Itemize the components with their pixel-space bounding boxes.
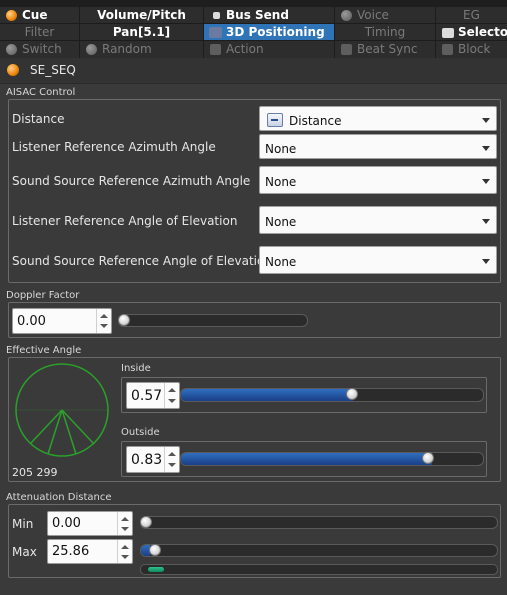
spin-down-icon[interactable]	[100, 324, 108, 328]
tab-divider	[79, 7, 80, 58]
listener-elevation-combo[interactable]: None	[259, 206, 497, 234]
spinner-buttons[interactable]	[117, 540, 132, 563]
inside-angle-spinner[interactable]: 0.57	[126, 382, 180, 409]
tab-divider	[203, 7, 204, 58]
spin-up-icon[interactable]	[121, 545, 129, 549]
switch-icon	[6, 44, 17, 55]
chevron-down-icon	[482, 219, 490, 224]
beat-sync-icon	[341, 44, 352, 55]
chevron-down-icon	[482, 259, 490, 264]
doppler-slider[interactable]	[118, 314, 308, 327]
angle-values-text: 205 299	[12, 466, 58, 479]
tab-voice[interactable]: Voice	[335, 7, 435, 24]
spin-down-icon[interactable]	[168, 463, 176, 467]
cue-sequence-icon	[7, 64, 19, 76]
inside-slider[interactable]	[180, 388, 484, 402]
tab-volume-pitch[interactable]: Volume/Pitch	[80, 7, 203, 24]
tab-action[interactable]: Action	[204, 41, 334, 58]
listener-elevation-label: Listener Reference Angle of Elevation	[12, 214, 238, 228]
range-indicator	[148, 567, 164, 572]
tab-3d-positioning[interactable]: 3D Positioning	[204, 24, 334, 41]
spin-up-icon[interactable]	[168, 452, 176, 456]
spin-down-icon[interactable]	[121, 555, 129, 559]
slider-fill	[181, 453, 432, 465]
outside-slider[interactable]	[180, 452, 484, 466]
chevron-down-icon	[482, 146, 490, 151]
doppler-slider-thumb[interactable]	[118, 314, 130, 326]
spin-up-icon[interactable]	[100, 314, 108, 318]
max-distance-slider[interactable]	[140, 544, 498, 557]
bus-send-icon	[213, 12, 220, 19]
tab-divider	[0, 40, 507, 41]
attenuation-range-bar	[140, 564, 498, 575]
max-distance-spinner[interactable]: 25.86	[47, 539, 133, 564]
tab-random[interactable]: Random	[80, 41, 203, 58]
chevron-down-icon	[482, 118, 490, 123]
spinner-buttons[interactable]	[164, 383, 179, 408]
chevron-down-icon	[482, 179, 490, 184]
block-icon	[442, 44, 453, 55]
source-azimuth-combo[interactable]: None	[259, 166, 497, 194]
tab-pan[interactable]: Pan[5.1]	[80, 24, 203, 41]
listener-azimuth-label: Listener Reference Azimuth Angle	[12, 140, 216, 154]
object-title: SE_SEQ	[30, 63, 76, 77]
cue-icon	[6, 10, 17, 21]
selector-icon	[442, 28, 454, 38]
tab-cue[interactable]: Cue	[0, 7, 79, 24]
tab-bus-send[interactable]: Bus Send	[204, 7, 334, 24]
window-top-strip	[0, 0, 507, 7]
max-label: Max	[12, 545, 37, 559]
source-azimuth-label: Sound Source Reference Azimuth Angle	[12, 174, 251, 188]
attenuation-section-label: Attenuation Distance	[6, 492, 112, 503]
tab-switch[interactable]: Switch	[0, 41, 79, 58]
min-distance-slider[interactable]	[140, 516, 498, 529]
tab-divider	[334, 7, 335, 58]
distance-aisac-icon	[267, 113, 283, 127]
property-tab-bar: Cue Volume/Pitch Bus Send Voice EG Filte…	[0, 7, 507, 58]
max-slider-thumb[interactable]	[148, 544, 161, 556]
tab-beat-sync[interactable]: Beat Sync	[335, 41, 435, 58]
spinner-buttons[interactable]	[117, 512, 132, 535]
spin-down-icon[interactable]	[121, 527, 129, 531]
doppler-section-label: Doppler Factor	[6, 290, 80, 301]
3d-icon	[209, 27, 222, 38]
aisac-distance-combo[interactable]: Distance	[259, 106, 497, 131]
effective-angle-section-label: Effective Angle	[6, 345, 82, 356]
spin-down-icon[interactable]	[168, 399, 176, 403]
voice-icon	[341, 10, 352, 21]
object-header: SE_SEQ	[0, 58, 507, 84]
tab-eg[interactable]: EG	[436, 7, 507, 24]
min-distance-spinner[interactable]: 0.00	[47, 511, 133, 536]
aisac-section-label: AISAC Control	[6, 87, 76, 98]
tab-divider	[0, 23, 507, 24]
spin-up-icon[interactable]	[121, 517, 129, 521]
random-icon	[86, 44, 97, 55]
cone-inner-arc	[15, 363, 109, 411]
tab-timing[interactable]: Timing	[335, 24, 435, 41]
spinner-buttons[interactable]	[96, 309, 111, 333]
spinner-buttons[interactable]	[164, 447, 179, 472]
tab-filter[interactable]: Filter	[0, 24, 79, 41]
tab-block[interactable]: Block	[436, 41, 507, 58]
inside-label: Inside	[121, 363, 151, 374]
effective-angle-cone	[15, 363, 109, 457]
doppler-factor-spinner[interactable]: 0.00	[12, 308, 112, 334]
outside-angle-spinner[interactable]: 0.83	[126, 446, 180, 473]
min-slider-thumb[interactable]	[140, 516, 152, 528]
source-elevation-combo[interactable]: None	[259, 246, 497, 274]
spin-up-icon[interactable]	[168, 388, 176, 392]
min-label: Min	[12, 517, 34, 531]
source-elevation-label: Sound Source Reference Angle of Elevatio…	[12, 254, 272, 268]
aisac-distance-label: Distance	[12, 112, 65, 126]
listener-azimuth-combo[interactable]: None	[259, 134, 497, 159]
slider-fill	[181, 389, 354, 401]
tab-divider	[435, 7, 436, 58]
tab-selector[interactable]: Selector	[436, 24, 507, 41]
outside-label: Outside	[121, 427, 160, 438]
action-icon	[210, 44, 221, 55]
